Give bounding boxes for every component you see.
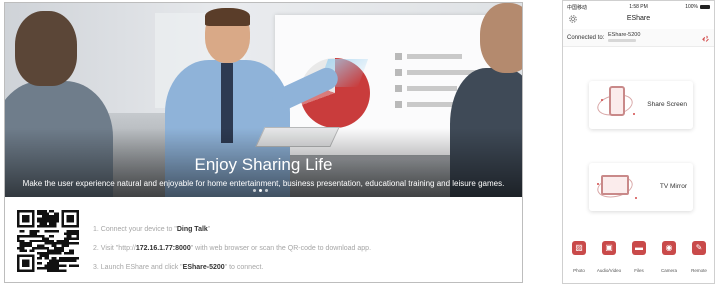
slide-bullet (395, 85, 402, 92)
tab-camera[interactable]: ◉ Camera (654, 241, 684, 281)
connect-steps: 1. Connect your device to "Ding Talk" 2.… (93, 225, 371, 282)
tab-remote[interactable]: ✎ Remote (684, 241, 714, 281)
remote-icon: ✎ (692, 241, 706, 255)
person-head (480, 3, 522, 73)
step-3: 3. Launch EShare and click "EShare-5200"… (93, 263, 371, 277)
step-2: 2. Visit "http://172.16.1.77:8000" with … (93, 244, 371, 258)
bottom-tab-bar: ▨ Photo ▣ Audio/Video ▬ Files ◉ Camera ✎… (563, 237, 714, 283)
tab-files[interactable]: ▬ Files (624, 241, 654, 281)
step-text: " (207, 226, 211, 233)
tv-mirror-label: TV Mirror (659, 183, 687, 190)
banner-subline: Make the user experience natural and enj… (22, 179, 505, 188)
battery-status: 100% (685, 4, 710, 10)
step-1: 1. Connect your device to "Ding Talk" (93, 225, 371, 239)
carousel-dot[interactable] (253, 189, 256, 192)
battery-icon (700, 5, 710, 9)
slide-bullet (395, 53, 402, 60)
card-spark (633, 113, 635, 115)
tab-label: Files (634, 268, 644, 273)
photo-icon: ▨ (572, 241, 586, 255)
banner-headline: Enjoy Sharing Life (194, 155, 333, 174)
slide-bullet (395, 69, 402, 76)
card-spark (635, 197, 637, 199)
app-title: EShare (626, 15, 651, 22)
card-spark (597, 183, 599, 185)
carousel-dots[interactable] (253, 189, 268, 192)
connected-device-name: EShare-5200 (608, 32, 641, 38)
tab-photo[interactable]: ▨ Photo (564, 241, 594, 281)
slide-bullet (395, 101, 402, 108)
tab-label: Remote (691, 268, 707, 273)
step-text: " with web browser or scan the QR-code t… (190, 245, 372, 252)
carousel-dot[interactable] (265, 189, 268, 192)
disconnect-link-icon[interactable] (701, 34, 710, 43)
card-spark (601, 99, 603, 101)
app-bar: EShare (563, 13, 714, 27)
phone-app-screen: 中国移动 1:58 PM 100% EShare Connected to: E… (562, 0, 715, 284)
connect-instructions-panel: 1. Connect your device to "Ding Talk" 2.… (5, 197, 522, 282)
banner-image: Enjoy Sharing Life Make the user experie… (5, 3, 522, 197)
connected-device-address (608, 39, 636, 42)
step-highlight: 172.16.1.77:8000 (135, 245, 191, 252)
tv-display-screen: Enjoy Sharing Life Make the user experie… (4, 2, 523, 283)
files-icon: ▬ (632, 241, 646, 255)
tv-mirror-card[interactable]: TV Mirror (589, 163, 693, 211)
tab-audio-video[interactable]: ▣ Audio/Video (594, 241, 624, 281)
phone-screen-icon (609, 86, 625, 116)
tab-label: Photo (573, 268, 585, 273)
connection-bar: Connected to: EShare-5200 (563, 29, 714, 47)
download-qr-code (17, 210, 79, 272)
presenter-hair (205, 8, 250, 26)
connected-label: Connected to: (567, 35, 605, 41)
step-highlight: Ding Talk (176, 226, 208, 233)
share-screen-card[interactable]: Share Screen (589, 81, 693, 129)
status-bar: 中国移动 1:58 PM 100% (563, 1, 714, 12)
step-text: 2. Visit "http:// (93, 245, 136, 252)
tab-label: Camera (660, 268, 677, 273)
share-screen-label: Share Screen (647, 101, 687, 108)
person-head (15, 11, 77, 86)
tv-screen-icon (601, 175, 629, 195)
step-highlight: EShare-5200 (182, 264, 225, 271)
audio-video-icon: ▣ (602, 241, 616, 255)
tab-label: Audio/Video (596, 268, 622, 273)
step-text: 1. Connect your device to " (93, 226, 177, 233)
battery-percent: 100% (685, 4, 698, 10)
carousel-dot-active[interactable] (259, 189, 262, 192)
camera-icon: ◉ (662, 241, 676, 255)
step-text: 3. Launch EShare and click " (93, 264, 183, 271)
step-text: " to connect. (224, 264, 264, 271)
